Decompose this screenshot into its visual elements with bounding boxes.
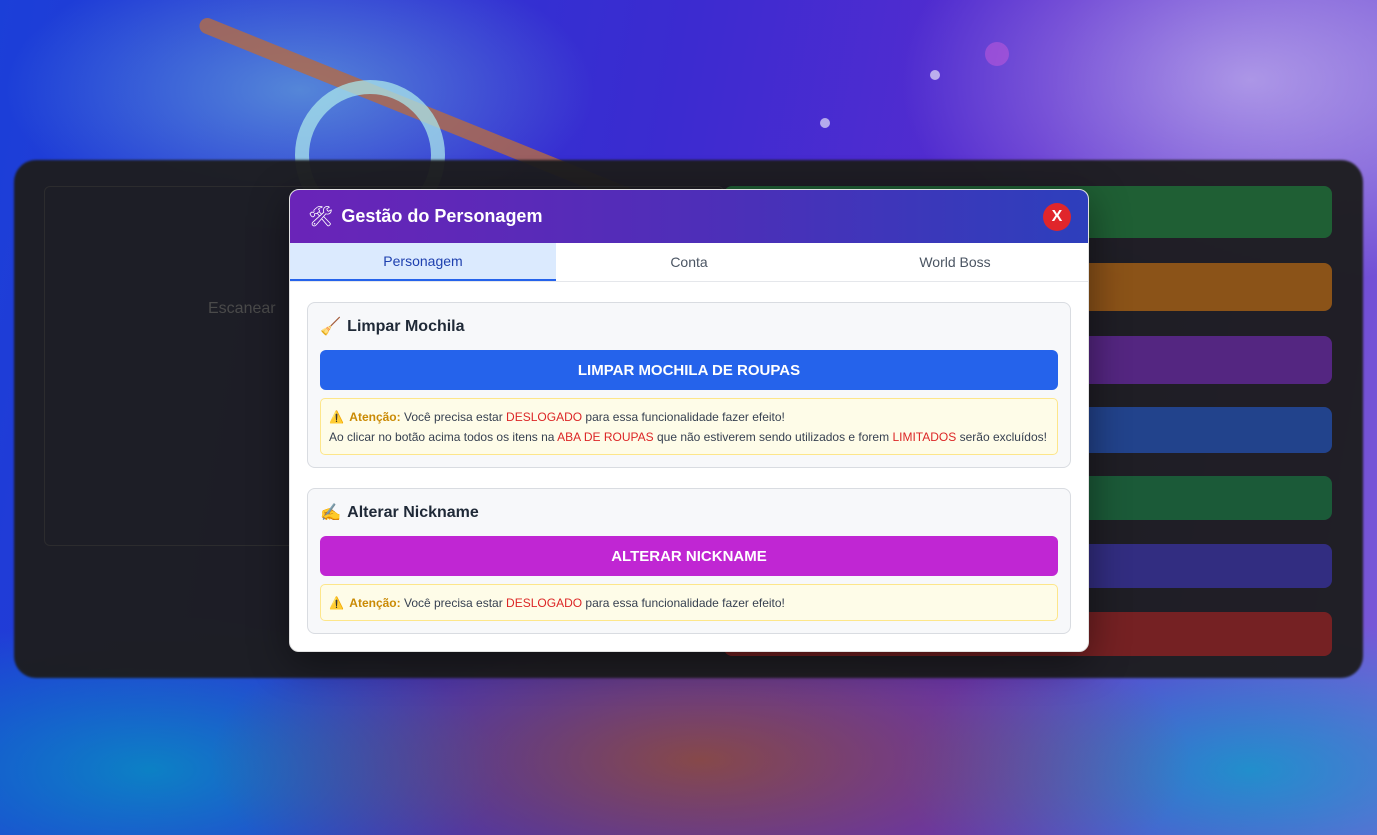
modal-title: Gestão do Personagem [341, 206, 543, 226]
warning-text: Você precisa estar [403, 410, 503, 424]
warning-line: ⚠️ Atenção: Você precisa estar DESLOGADO… [329, 593, 1049, 613]
close-button[interactable]: X [1043, 203, 1071, 231]
background-star [930, 70, 940, 80]
warning-icon: ⚠️ [329, 410, 344, 424]
modal-body: 🧹 Limpar Mochila LIMPAR MOCHILA DE ROUPA… [290, 282, 1088, 634]
clear-backpack-card: 🧹 Limpar Mochila LIMPAR MOCHILA DE ROUPA… [307, 302, 1071, 468]
clear-backpack-button[interactable]: LIMPAR MOCHILA DE ROUPAS [320, 350, 1058, 390]
background-text: Escanear [208, 300, 276, 317]
warning-text: que não estiverem sendo utilizados e for… [656, 430, 890, 444]
warning-highlight: LIMITADOS [892, 430, 957, 444]
warning-text: serão excluídos! [959, 430, 1047, 444]
tools-icon: 🛠 [308, 206, 334, 228]
warning-highlight: DESLOGADO [506, 596, 583, 610]
change-nickname-button[interactable]: ALTERAR NICKNAME [320, 536, 1058, 576]
character-management-modal: 🛠 Gestão do Personagem X Personagem Cont… [289, 189, 1089, 652]
writing-hand-icon: ✍️ [320, 503, 342, 522]
warning-label: Atenção: [349, 596, 401, 610]
background-star [985, 42, 1009, 66]
card-title: 🧹 Limpar Mochila [320, 317, 1058, 337]
tab-bar: Personagem Conta World Boss [290, 243, 1088, 282]
warning-box: ⚠️ Atenção: Você precisa estar DESLOGADO… [320, 398, 1058, 455]
warning-text: Ao clicar no botão acima todos os itens … [329, 430, 555, 444]
warning-label: Atenção: [349, 410, 401, 424]
change-nickname-title: Alterar Nickname [347, 504, 479, 521]
warning-highlight: DESLOGADO [506, 410, 583, 424]
warning-highlight: ABA DE ROUPAS [557, 430, 654, 444]
card-title: ✍️ Alterar Nickname [320, 503, 1058, 523]
warning-line: Ao clicar no botão acima todos os itens … [329, 427, 1049, 447]
tab-conta[interactable]: Conta [556, 243, 822, 281]
warning-box: ⚠️ Atenção: Você precisa estar DESLOGADO… [320, 584, 1058, 621]
tab-personagem[interactable]: Personagem [290, 243, 556, 281]
tab-world-boss[interactable]: World Boss [822, 243, 1088, 281]
clear-backpack-title: Limpar Mochila [347, 318, 465, 335]
warning-text: para essa funcionalidade fazer efeito! [585, 596, 785, 610]
change-nickname-card: ✍️ Alterar Nickname ALTERAR NICKNAME ⚠️ … [307, 488, 1071, 634]
warning-line: ⚠️ Atenção: Você precisa estar DESLOGADO… [329, 407, 1049, 427]
modal-header: 🛠 Gestão do Personagem X [290, 190, 1088, 243]
warning-text: para essa funcionalidade fazer efeito! [585, 410, 785, 424]
background-star [820, 118, 830, 128]
warning-text: Você precisa estar [403, 596, 503, 610]
broom-icon: 🧹 [320, 317, 342, 336]
warning-icon: ⚠️ [329, 596, 344, 610]
